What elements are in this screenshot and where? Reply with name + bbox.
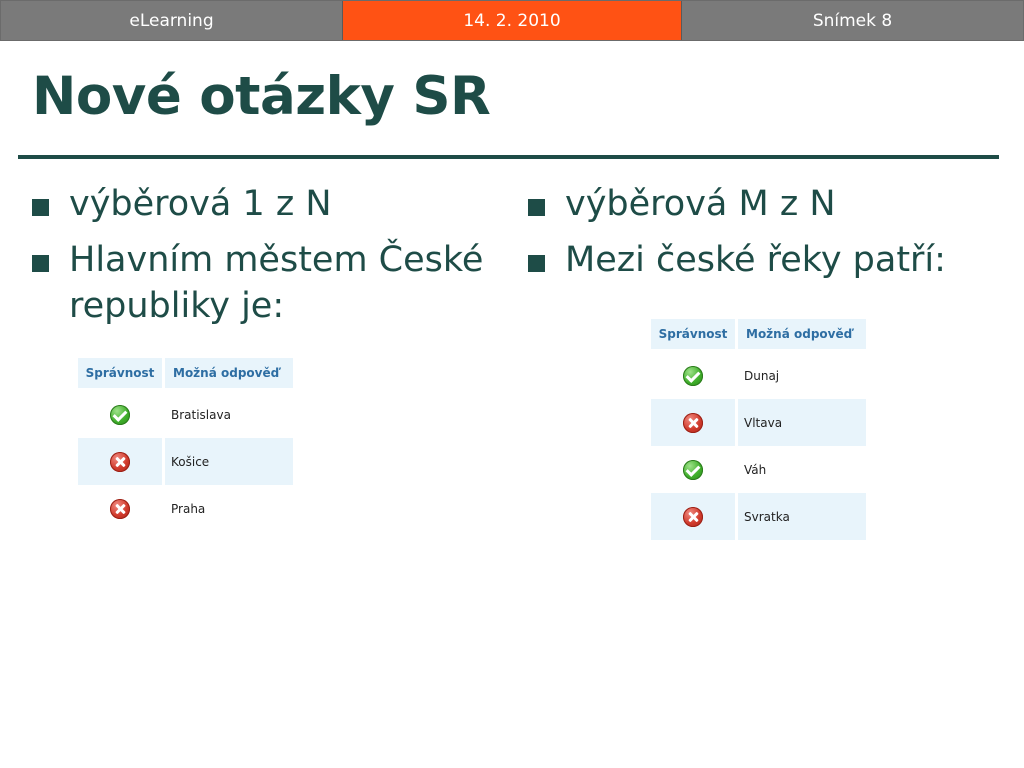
table-row: Váh xyxy=(651,446,866,493)
table-header-row: Správnost Možná odpověď xyxy=(651,319,866,352)
table-row: Košice xyxy=(78,438,293,485)
rivers-answer-table: Správnost Možná odpověď Dunaj Vltava Váh… xyxy=(651,319,866,540)
cross-icon xyxy=(110,451,130,472)
answer-cell: Dunaj xyxy=(744,368,780,383)
answer-cell: Bratislava xyxy=(171,407,231,422)
check-icon xyxy=(110,404,130,425)
title-divider xyxy=(18,155,999,159)
correctness-cell xyxy=(78,438,165,485)
column-header-answer: Možná odpověď xyxy=(165,358,293,391)
bullet-item: Hlavním městem České republiky je: xyxy=(32,237,502,329)
square-bullet-icon xyxy=(32,255,49,272)
capital-answer-table: Správnost Možná odpověď Bratislava Košic… xyxy=(78,358,293,532)
check-icon xyxy=(683,365,703,386)
correctness-cell xyxy=(651,446,738,493)
bullet-text: Mezi české řeky patří: xyxy=(565,240,946,280)
answer-cell: Svratka xyxy=(738,493,866,540)
column-header-answer: Možná odpověď xyxy=(738,319,866,352)
correctness-cell xyxy=(78,485,165,532)
column-header-correctness: Správnost xyxy=(78,358,165,391)
slide-title: Nové otázky SR xyxy=(32,66,491,127)
header-date: 14. 2. 2010 xyxy=(343,1,682,40)
left-bullet-list: výběrová 1 z N Hlavním městem České repu… xyxy=(32,181,502,339)
table-header-row: Správnost Možná odpověď xyxy=(78,358,293,391)
correctness-cell xyxy=(651,493,738,540)
right-bullet-list: výběrová M z N Mezi české řeky patří: xyxy=(528,181,1008,293)
cross-icon xyxy=(110,498,130,519)
check-icon xyxy=(683,459,703,480)
answer-cell: Praha xyxy=(171,501,206,516)
answer-cell: Váh xyxy=(744,462,767,477)
cross-icon xyxy=(683,412,703,433)
table-row: Dunaj xyxy=(651,352,866,399)
square-bullet-icon xyxy=(528,199,545,216)
answer-cell: Vltava xyxy=(738,399,866,446)
correctness-cell xyxy=(78,391,165,438)
table-row: Vltava xyxy=(651,399,866,446)
bullet-text: výběrová M z N xyxy=(565,184,836,224)
square-bullet-icon xyxy=(528,255,545,272)
column-header-correctness: Správnost xyxy=(651,319,738,352)
cross-icon xyxy=(683,506,703,527)
table-row: Svratka xyxy=(651,493,866,540)
table-row: Bratislava xyxy=(78,391,293,438)
table-row: Praha xyxy=(78,485,293,532)
header-course: eLearning xyxy=(1,1,343,40)
bullet-text: Hlavním městem České republiky je: xyxy=(69,240,484,326)
correctness-cell xyxy=(651,352,738,399)
answer-cell: Košice xyxy=(165,438,293,485)
bullet-item: výběrová 1 z N xyxy=(32,181,502,227)
slide-header: eLearning 14. 2. 2010 Snímek 8 xyxy=(0,0,1024,41)
bullet-text: výběrová 1 z N xyxy=(69,184,332,224)
header-slide-number: Snímek 8 xyxy=(682,1,1023,40)
bullet-item: výběrová M z N xyxy=(528,181,1008,227)
bullet-item: Mezi české řeky patří: xyxy=(528,237,1008,283)
square-bullet-icon xyxy=(32,199,49,216)
correctness-cell xyxy=(651,399,738,446)
